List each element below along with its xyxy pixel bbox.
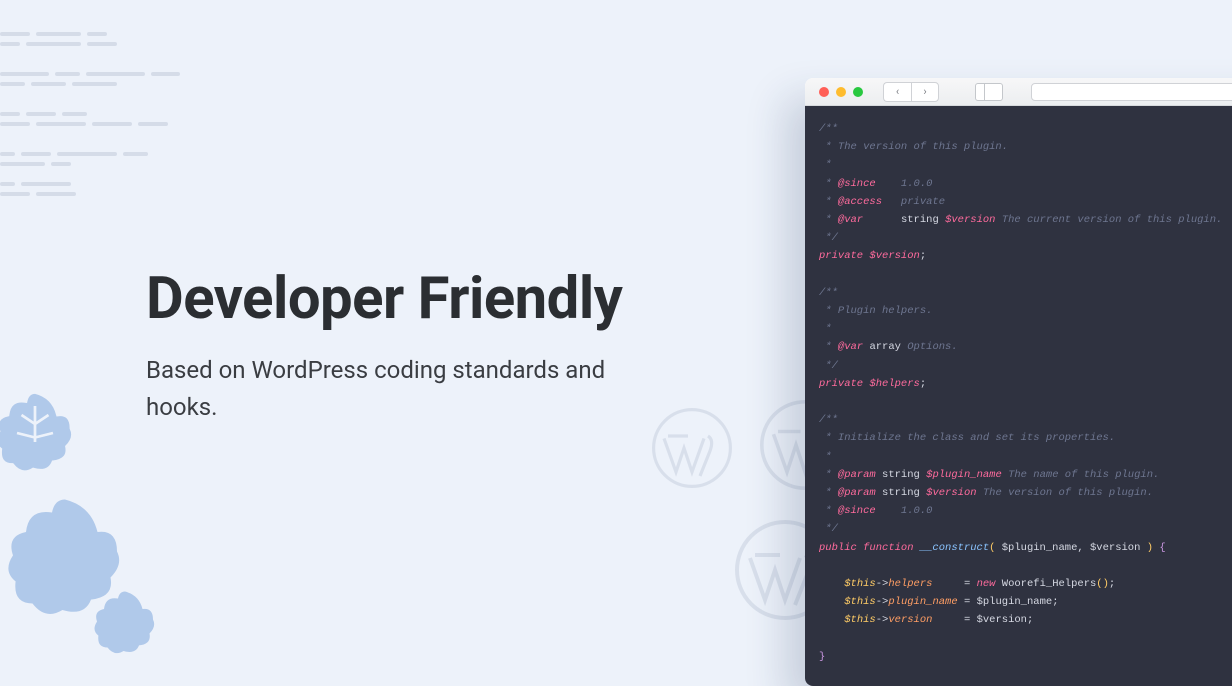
minimize-icon[interactable] <box>836 87 846 97</box>
window-titlebar: ‹ › <box>805 78 1232 106</box>
page-subheading: Based on WordPress coding standards and … <box>146 352 646 426</box>
url-bar[interactable] <box>1031 83 1232 101</box>
code-content: /** * The version of this plugin. * * @s… <box>805 106 1232 686</box>
code-editor-window: ‹ › /** * The version of this plugin. * … <box>805 78 1232 686</box>
sidebar-toggle-icon[interactable] <box>975 83 1003 101</box>
maximize-icon[interactable] <box>853 87 863 97</box>
page-heading: Developer Friendly <box>146 265 622 333</box>
close-icon[interactable] <box>819 87 829 97</box>
wordpress-logo-icon <box>652 408 732 488</box>
traffic-lights <box>819 87 863 97</box>
decorative-leaves <box>0 383 190 683</box>
nav-buttons: ‹ › <box>883 82 939 102</box>
back-button[interactable]: ‹ <box>883 82 911 102</box>
decorative-code-lines <box>0 32 180 202</box>
forward-button[interactable]: › <box>911 82 939 102</box>
